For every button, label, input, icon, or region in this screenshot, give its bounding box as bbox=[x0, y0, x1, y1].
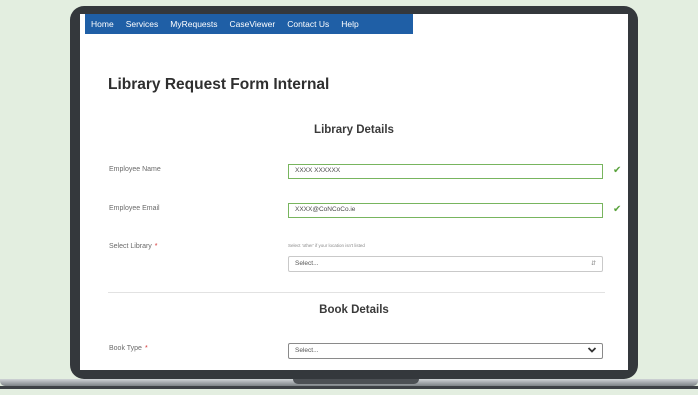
book-type-label-text: Book Type bbox=[109, 345, 142, 352]
select-library-label: Select Library * bbox=[109, 243, 158, 250]
nav-services[interactable]: Services bbox=[120, 19, 165, 29]
chevron-down-icon bbox=[587, 347, 597, 353]
section-divider bbox=[108, 292, 605, 293]
dropdown-arrow-icon: ⇵ bbox=[590, 261, 596, 267]
nav-home[interactable]: Home bbox=[85, 19, 120, 29]
page-title: Library Request Form Internal bbox=[108, 76, 330, 93]
select-library-label-text: Select Library bbox=[109, 243, 152, 250]
laptop-base-edge bbox=[0, 386, 698, 389]
employee-email-label: Employee Email bbox=[109, 205, 160, 212]
required-marker: * bbox=[154, 243, 158, 250]
book-type-value: Select... bbox=[295, 347, 319, 354]
nav-contact-us[interactable]: Contact Us bbox=[281, 19, 335, 29]
book-details-heading: Book Details bbox=[319, 304, 389, 316]
nav-case-viewer[interactable]: CaseViewer bbox=[224, 19, 282, 29]
select-library-helper: Select 'other' if your location isn't li… bbox=[288, 243, 365, 248]
nav-my-requests[interactable]: MyRequests bbox=[164, 19, 223, 29]
employee-name-field[interactable]: XXXX XXXXXX bbox=[288, 164, 603, 179]
employee-email-valid-icon: ✔ bbox=[613, 204, 622, 215]
select-library-dropdown[interactable]: Select... ⇵ bbox=[288, 256, 603, 272]
employee-name-valid-icon: ✔ bbox=[613, 165, 622, 176]
top-navbar: Home Services MyRequests CaseViewer Cont… bbox=[85, 14, 413, 34]
employee-name-label: Employee Name bbox=[109, 166, 161, 173]
select-library-value: Select... bbox=[295, 260, 319, 267]
required-marker: * bbox=[144, 345, 148, 352]
nav-help[interactable]: Help bbox=[335, 19, 364, 29]
laptop-screen: Home Services MyRequests CaseViewer Cont… bbox=[80, 14, 628, 370]
book-type-label: Book Type * bbox=[109, 345, 148, 352]
book-type-dropdown[interactable]: Select... bbox=[288, 343, 603, 359]
library-details-heading: Library Details bbox=[314, 124, 394, 136]
laptop-notch bbox=[293, 379, 419, 384]
employee-email-field[interactable]: XXXX@CoNCoCo.ie bbox=[288, 203, 603, 218]
